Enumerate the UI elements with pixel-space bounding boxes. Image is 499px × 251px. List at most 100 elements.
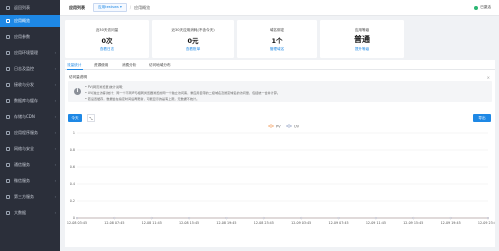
sidebar-item-overview[interactable]: 应用概览 bbox=[0, 15, 60, 27]
x-tick-label: 12-08 07:45 bbox=[104, 221, 124, 225]
sidebar-item-label: 通信服务 bbox=[14, 162, 30, 167]
card-value: 1个 bbox=[271, 37, 283, 45]
sidebar-item-communication[interactable]: 通信服务 › bbox=[0, 159, 60, 171]
chevron-right-icon: › bbox=[54, 147, 56, 151]
status-badge: 已激活 bbox=[474, 5, 491, 10]
dashboard-icon bbox=[6, 19, 10, 23]
sidebar-item-logs[interactable]: 日志及监控 › bbox=[0, 63, 60, 75]
status-text: 已激活 bbox=[480, 5, 491, 9]
chevron-right-icon: › bbox=[54, 99, 56, 103]
x-axis: 12-08 03:45 12-08 07:45 12-08 11:45 12-08 1… bbox=[67, 217, 495, 225]
sidebar-item-storage[interactable]: 存储与CDN › bbox=[0, 111, 60, 123]
data-point bbox=[262, 216, 265, 219]
data-point bbox=[113, 216, 116, 219]
sidebar-item-bigdata[interactable]: 大数据 › bbox=[0, 207, 60, 219]
database-icon bbox=[6, 99, 10, 103]
manage-domains-link[interactable]: 管理域名 bbox=[237, 47, 317, 52]
data-point bbox=[487, 216, 490, 219]
x-tick-label: 12-08 23:45 bbox=[254, 221, 274, 225]
sidebar-item-label: 日志及监控 bbox=[14, 66, 34, 71]
app-select-dropdown[interactable]: 应用testsws ▾ bbox=[93, 3, 127, 12]
tab-traffic[interactable]: 流量统计 bbox=[67, 63, 81, 68]
card-title: 近30天访问量 bbox=[95, 28, 119, 32]
x-tick-label: 12-09 03:45 bbox=[291, 221, 311, 225]
x-tick-label: 12-09 23:45 bbox=[478, 221, 495, 225]
close-icon[interactable]: × bbox=[487, 75, 490, 80]
tab-region[interactable]: 访问地域分布 bbox=[149, 63, 171, 68]
info-icon: i bbox=[74, 88, 81, 95]
card-title: 应用等级 bbox=[354, 28, 370, 32]
view-logs-link[interactable]: 查看日志 bbox=[65, 47, 149, 52]
notice-line: • UV(独立访客)统计：同一个不同IP与相同浏览器浏览的同一个独立访问客，重应… bbox=[85, 91, 280, 95]
sidebar-item-label: 大数据 bbox=[14, 210, 26, 215]
x-tick-label: 12-08 15:45 bbox=[179, 221, 199, 225]
legend-marker bbox=[269, 124, 273, 128]
notice-line: • PV(网页浏览量)统计说明： bbox=[85, 85, 126, 89]
legend-label: UV bbox=[294, 124, 300, 128]
traffic-line-chart: PV UV 0 0.2 0.4 0.6 0.8 1 12-08 03:45 12-08 07:… bbox=[67, 124, 495, 225]
breadcrumb-separator: / bbox=[129, 5, 132, 10]
breadcrumb: 应用列表 应用testsws ▾ / 应用概览 已激活 bbox=[60, 0, 499, 16]
sidebar-item-label: 应用参数 bbox=[14, 34, 30, 39]
plugin-icon bbox=[6, 195, 10, 199]
data-point bbox=[300, 216, 303, 219]
y-tick-label: 0.2 bbox=[70, 199, 75, 203]
breadcrumb-root[interactable]: 应用列表 bbox=[69, 5, 85, 11]
sidebar-item-params[interactable]: 应用参数 bbox=[0, 31, 60, 43]
sidebar-item-network[interactable]: 网络与安全 › bbox=[0, 143, 60, 155]
data-point bbox=[150, 216, 153, 219]
y-tick-label: 1 bbox=[73, 131, 75, 135]
data-point bbox=[75, 216, 78, 219]
card-value: 0元 bbox=[187, 37, 199, 45]
legend-label: PV bbox=[276, 124, 281, 128]
view-bill-link[interactable]: 查看账单 bbox=[152, 47, 234, 52]
dispatch-icon bbox=[6, 83, 10, 87]
status-dot-icon bbox=[474, 5, 479, 10]
data-point bbox=[337, 216, 340, 219]
sidebar-item-database[interactable]: 数据库与缓存 › bbox=[0, 95, 60, 107]
x-tick-label: 12-08 11:45 bbox=[142, 221, 162, 225]
notice-line: • 若设置缓存，数据会在指定时间后再更新，可能显示的是有上限，无数据不统计。 bbox=[85, 96, 200, 101]
sidebar-item-label: 应用程序服务 bbox=[14, 130, 38, 135]
chevron-right-icon: › bbox=[54, 179, 56, 183]
sidebar-item-label: 接收与分发 bbox=[14, 82, 34, 87]
x-tick-label: 12-09 15:45 bbox=[403, 221, 423, 225]
y-tick-label: 0.4 bbox=[70, 182, 75, 186]
notice-title: 访问量说明 bbox=[69, 75, 87, 79]
card-cost: 近30天应用消耗(不含今天) 0元 查看账单 bbox=[152, 20, 234, 58]
chevron-right-icon: › bbox=[54, 67, 56, 71]
sidebar-item-third-party[interactable]: 第三方服务 › bbox=[0, 191, 60, 203]
back-to-list-link[interactable]: 返回列表 bbox=[0, 2, 60, 14]
main-panel: 流量统计 资源使用 消费分析 访问地域分布 访问量说明 × i • PV(网页浏… bbox=[65, 60, 495, 247]
sidebar-item-wechat[interactable]: 微信服务 › bbox=[0, 175, 60, 187]
legend-marker bbox=[287, 124, 291, 128]
tab-resources[interactable]: 资源使用 bbox=[94, 63, 108, 68]
chart-legend: PV UV bbox=[268, 124, 300, 128]
upgrade-level-link[interactable]: 提升等级 bbox=[320, 47, 404, 52]
sidebar-item-env[interactable]: 应用环境管理 › bbox=[0, 47, 60, 59]
data-point bbox=[412, 216, 415, 219]
active-tab-indicator bbox=[67, 69, 83, 70]
tab-consumption[interactable]: 消费分析 bbox=[122, 63, 136, 68]
back-label: 返回列表 bbox=[14, 5, 30, 10]
x-tick-label: 12-08 19:45 bbox=[216, 221, 236, 225]
sidebar-item-app-services[interactable]: 应用程序服务 › bbox=[0, 127, 60, 139]
y-tick-label: 0.8 bbox=[70, 148, 75, 152]
environment-icon bbox=[6, 51, 10, 55]
sidebar-item-label: 应用概览 bbox=[14, 18, 30, 23]
sidebar-item-label: 微信服务 bbox=[14, 178, 30, 183]
x-tick-label: 12-09 07:45 bbox=[328, 221, 348, 225]
y-axis: 0 0.2 0.4 0.6 0.8 1 bbox=[70, 131, 75, 220]
sidebar-item-label: 网络与安全 bbox=[14, 146, 34, 151]
y-tick-label: 0.6 bbox=[70, 165, 75, 169]
sidebar-item-dispatch[interactable]: 接收与分发 › bbox=[0, 79, 60, 91]
sidebar-item-label: 存储与CDN bbox=[14, 114, 35, 119]
card-title: 域名绑定 bbox=[269, 28, 285, 32]
chevron-right-icon: › bbox=[54, 195, 56, 199]
card-value: 0次 bbox=[101, 37, 113, 45]
data-point bbox=[225, 216, 228, 219]
x-tick-label: 12-08 03:45 bbox=[67, 221, 87, 225]
chart-series bbox=[75, 216, 490, 219]
bigdata-icon bbox=[6, 211, 10, 215]
card-visits: 近30天访问量 0次 查看日志 bbox=[65, 20, 149, 58]
